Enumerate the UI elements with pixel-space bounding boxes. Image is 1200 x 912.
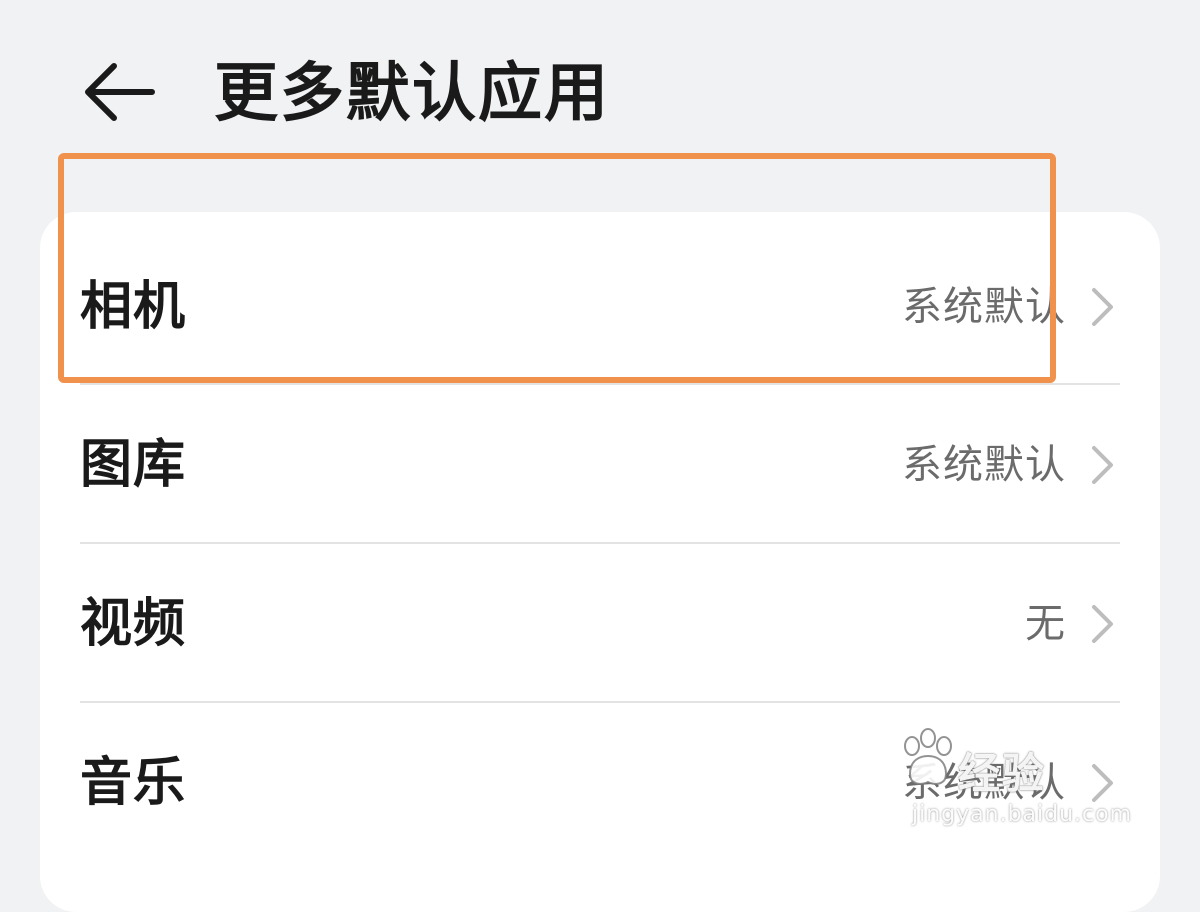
chevron-right-icon [1090,286,1116,328]
default-apps-list: 相机 系统默认 图库 系统默认 视频 无 音乐 系统默认 [40,212,1160,912]
arrow-left-icon [78,52,162,132]
list-item-label: 音乐 [80,753,187,813]
chevron-right-icon [1090,603,1116,645]
list-item-camera[interactable]: 相机 系统默认 [40,228,1160,386]
list-item-music[interactable]: 音乐 系统默认 [40,704,1160,862]
chevron-right-icon [1090,762,1116,804]
divider [80,701,1120,703]
list-item-label: 视频 [80,594,187,654]
divider [80,383,1120,385]
back-button[interactable] [78,52,162,132]
list-item-value: 系统默认 [902,284,1066,330]
divider [80,542,1120,544]
app-header: 更多默认应用 [0,0,1200,200]
list-item-label: 相机 [80,277,187,337]
list-item-value: 系统默认 [902,760,1066,806]
list-item-value: 系统默认 [902,442,1066,488]
list-item-video[interactable]: 视频 无 [40,545,1160,703]
list-item-label: 图库 [80,435,187,495]
list-item-value: 无 [1025,601,1066,647]
list-item-gallery[interactable]: 图库 系统默认 [40,386,1160,544]
chevron-right-icon [1090,444,1116,486]
page-title: 更多默认应用 [214,57,610,131]
